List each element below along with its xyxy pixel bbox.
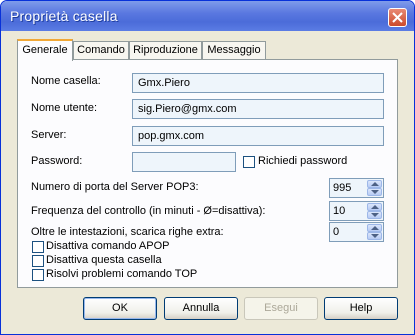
close-icon xyxy=(392,12,403,23)
ask-password-checkbox[interactable] xyxy=(243,156,255,168)
pop3-port-spinner[interactable]: 995 xyxy=(329,178,384,198)
dialog-window: Proprietà casella Generale Comando Ripro… xyxy=(0,0,415,335)
close-button[interactable] xyxy=(388,8,407,27)
pop3-port-down-button[interactable] xyxy=(367,188,382,196)
check-frequency-value: 10 xyxy=(333,205,346,217)
password-label: Password: xyxy=(31,155,83,167)
run-button[interactable]: Esegui xyxy=(244,297,318,320)
disable-mailbox-label: Disattiva questa casella xyxy=(46,254,162,266)
server-input[interactable]: pop.gmx.com xyxy=(132,126,384,146)
tab-generale[interactable]: Generale xyxy=(17,39,73,61)
extra-lines-down-button[interactable] xyxy=(367,232,382,240)
pop3-port-label: Numero di porta del Server POP3: xyxy=(31,181,199,193)
account-name-label: Nome casella: xyxy=(31,75,101,87)
check-frequency-up-button[interactable] xyxy=(367,203,382,211)
cancel-button[interactable]: Annulla xyxy=(164,297,238,320)
pop3-port-value: 995 xyxy=(333,182,352,194)
ok-button[interactable]: OK xyxy=(83,297,157,320)
ask-password-label: Richiedi password xyxy=(258,155,348,167)
pop3-port-up-button[interactable] xyxy=(367,180,382,188)
check-frequency-down-button[interactable] xyxy=(367,211,382,219)
window-title: Proprietà casella xyxy=(10,8,118,24)
disable-apop-checkbox[interactable] xyxy=(32,241,44,253)
tab-comando[interactable]: Comando xyxy=(73,41,129,59)
fix-top-command-checkbox[interactable] xyxy=(32,269,44,281)
arrow-down-icon xyxy=(371,234,379,238)
password-input[interactable] xyxy=(132,152,236,172)
extra-lines-value: 0 xyxy=(333,226,340,238)
arrow-down-icon xyxy=(371,213,379,217)
title-bar[interactable]: Proprietà casella xyxy=(1,1,414,31)
user-name-input[interactable]: sig.Piero@gmx.com xyxy=(132,99,384,119)
server-label: Server: xyxy=(31,129,67,141)
user-name-label: Nome utente: xyxy=(31,102,98,114)
tab-riproduzione[interactable]: Riproduzione xyxy=(129,41,202,59)
extra-lines-up-button[interactable] xyxy=(367,224,382,232)
check-frequency-label: Frequenza del controllo (in minuti - Ø=d… xyxy=(31,205,266,217)
extra-lines-spinner[interactable]: 0 xyxy=(329,222,384,242)
fix-top-command-label: Risolvi problemi comando TOP xyxy=(46,268,198,280)
disable-apop-label: Disattiva comando APOP xyxy=(46,240,170,252)
account-name-input[interactable]: Gmx.Piero xyxy=(132,73,384,93)
help-button[interactable]: Help xyxy=(324,297,398,320)
check-frequency-spinner[interactable]: 10 xyxy=(329,201,384,221)
arrow-up-icon xyxy=(371,226,379,230)
arrow-up-icon xyxy=(371,182,379,186)
tab-messaggio[interactable]: Messaggio xyxy=(202,41,266,59)
disable-mailbox-checkbox[interactable] xyxy=(32,255,44,267)
arrow-down-icon xyxy=(371,190,379,194)
extra-lines-label: Oltre le intestazioni, scarica righe ext… xyxy=(31,226,224,238)
arrow-up-icon xyxy=(371,205,379,209)
